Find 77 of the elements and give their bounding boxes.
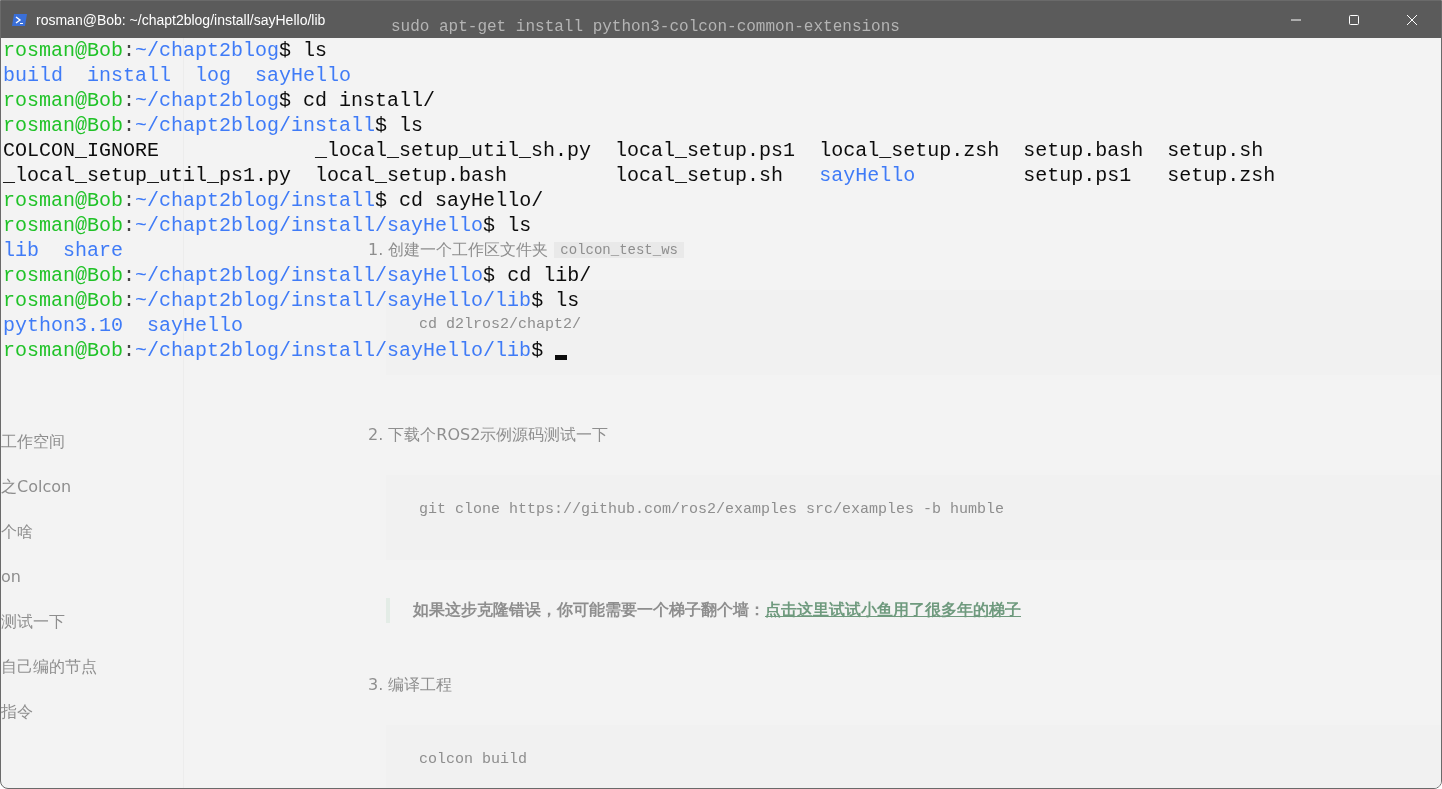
directory-name: sayHello [147, 313, 244, 338]
directory-name: python3.10 [3, 313, 124, 338]
background-link[interactable]: 点击这里试试小鱼用了很多年的梯子 [765, 600, 1021, 619]
file-name: local_setup.ps1 [615, 138, 796, 163]
background-step-heading: 3. 编译工程 [368, 674, 453, 696]
file-name: local_setup.bash [315, 163, 508, 188]
prompt-user: rosman@Bob [3, 188, 124, 213]
prompt-separator: : [123, 113, 136, 138]
background-note-text: 如果这步克隆错误，你可能需要一个梯子翻个墙：点击这里试试小鱼用了很多年的梯子 [413, 600, 1021, 621]
file-name: _local_setup_util_ps1.py [3, 163, 292, 188]
background-sidebar-item: 之Colcon [1, 476, 73, 498]
prompt-symbol: $ [483, 263, 496, 288]
prompt-symbol: $ [531, 288, 544, 313]
prompt-separator: : [123, 288, 136, 313]
prompt-path: ~/chapt2blog/install/sayHello/lib [135, 288, 532, 313]
directory-name: build [3, 63, 63, 88]
file-name: local_setup.zsh [819, 138, 1000, 163]
close-icon [1406, 13, 1418, 26]
background-sidebar-item: 工作空间 [1, 431, 66, 453]
prompt-path: ~/chapt2blog/install [135, 188, 376, 213]
prompt-separator: : [123, 38, 136, 63]
prompt-separator: : [123, 338, 136, 363]
prompt-path: ~/chapt2blog [135, 38, 280, 63]
prompt-path: ~/chapt2blog/install/sayHello/lib [135, 338, 532, 363]
background-sidebar-item: 指令 [1, 701, 34, 723]
prompt-symbol: $ [279, 38, 292, 63]
command-text: cd sayHello/ [399, 188, 544, 213]
command-text: ls [507, 213, 532, 238]
prompt-user: rosman@Bob [3, 213, 124, 238]
terminal-icon [12, 11, 28, 28]
background-step-heading: 2. 下载个ROS2示例源码测试一下 [368, 424, 609, 446]
command-text: ls [303, 38, 328, 63]
directory-name: share [63, 238, 124, 263]
window-title: rosman@Bob: ~/chapt2blog/install/sayHello/lib [36, 11, 326, 28]
prompt-separator: : [123, 213, 136, 238]
directory-name: sayHello [255, 63, 352, 88]
command-text: cd install/ [303, 88, 436, 113]
background-sidebar-item: 个啥 [1, 521, 34, 543]
file-name: setup.bash [1023, 138, 1144, 163]
command-text: ls [555, 288, 580, 313]
prompt-separator: : [123, 263, 136, 288]
directory-name: install [87, 63, 172, 88]
file-name: setup.ps1 [1023, 163, 1132, 188]
prompt-separator: : [123, 188, 136, 213]
file-name: setup.zsh [1167, 163, 1276, 188]
command-text: ls [399, 113, 424, 138]
prompt-separator: : [123, 88, 136, 113]
prompt-user: rosman@Bob [3, 288, 124, 313]
prompt-path: ~/chapt2blog/install/sayHello [135, 263, 484, 288]
prompt-path: ~/chapt2blog [135, 88, 280, 113]
background-command-text: sudo apt-get install python3-colcon-common-extensions [391, 18, 900, 36]
prompt-user: rosman@Bob [3, 88, 124, 113]
background-step-heading: 1. 创建一个工作区文件夹 [368, 239, 549, 261]
prompt-user: rosman@Bob [3, 113, 124, 138]
background-code-chip: colcon_test_ws [554, 242, 684, 258]
file-name: _local_setup_util_sh.py [315, 138, 592, 163]
prompt-symbol: $ [531, 338, 544, 363]
file-name: COLCON_IGNORE [3, 138, 160, 163]
file-name: local_setup.sh [615, 163, 784, 188]
background-sidebar-item: 测试一下 [1, 611, 66, 633]
prompt-path: ~/chapt2blog/install [135, 113, 376, 138]
directory-name: sayHello [819, 163, 916, 188]
prompt-symbol: $ [279, 88, 292, 113]
command-text: cd lib/ [507, 263, 592, 288]
background-sidebar-item: 自己编的节点 [1, 656, 98, 678]
prompt-symbol: $ [375, 113, 388, 138]
directory-name: lib [3, 238, 39, 263]
prompt-symbol: $ [375, 188, 388, 213]
prompt-user: rosman@Bob [3, 38, 124, 63]
maximize-icon [1348, 13, 1360, 26]
prompt-path: ~/chapt2blog/install/sayHello [135, 213, 484, 238]
prompt-symbol: $ [483, 213, 496, 238]
background-sidebar-item: on [1, 566, 22, 588]
file-name: setup.sh [1167, 138, 1264, 163]
prompt-user: rosman@Bob [3, 263, 124, 288]
directory-name: log [195, 63, 232, 88]
prompt-user: rosman@Bob [3, 338, 124, 363]
